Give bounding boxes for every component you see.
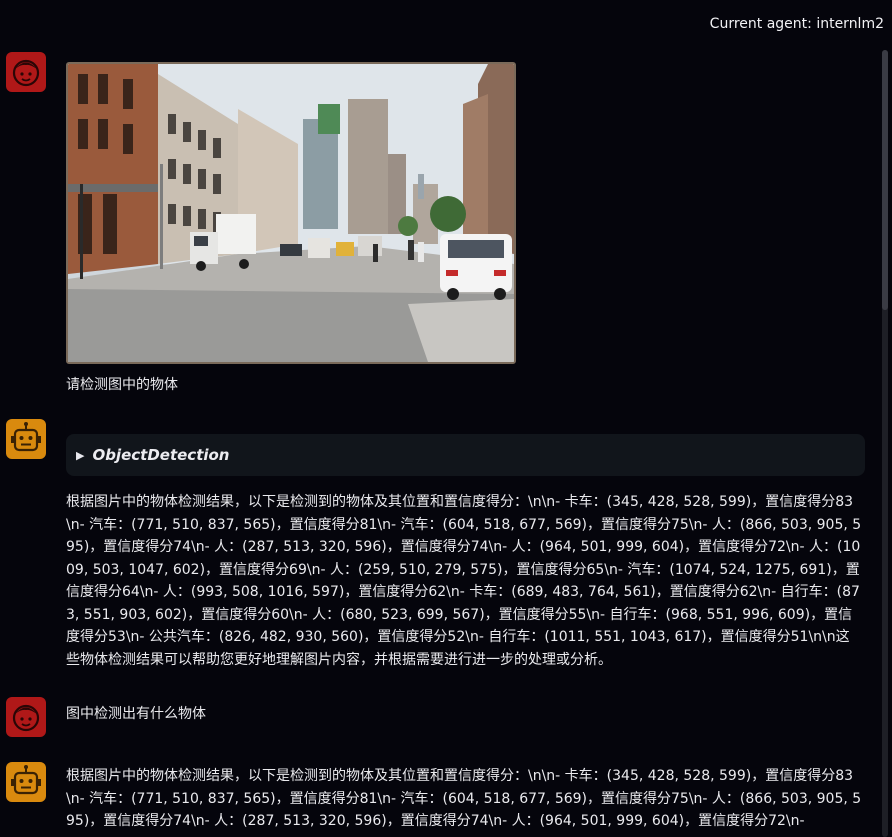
robot-avatar-icon: [6, 762, 46, 802]
tool-name-label: ObjectDetection: [92, 446, 230, 464]
user-avatar-icon: [6, 697, 46, 737]
tool-call-object-detection[interactable]: ▶ ObjectDetection: [66, 434, 865, 476]
assistant-answer-2: 根据图片中的物体检测结果，以下是检测到的物体及其位置和置信度得分：\n\n- 卡…: [66, 768, 862, 829]
user-avatar-icon: [6, 52, 46, 92]
user-message-2: 图中检测出有什么物体: [66, 706, 206, 722]
robot-avatar-icon: [6, 419, 46, 459]
user-message-1: 请检测图中的物体: [66, 377, 178, 393]
assistant-answer-1: 根据图片中的物体检测结果，以下是检测到的物体及其位置和置信度得分：\n\n- 卡…: [66, 494, 862, 668]
uploaded-street-photo[interactable]: [66, 62, 516, 364]
current-agent-label: Current agent: internlm2: [709, 16, 884, 32]
scrollbar-thumb[interactable]: [882, 50, 888, 310]
chat-scrollbar[interactable]: [882, 50, 888, 837]
triangle-right-icon[interactable]: ▶: [76, 449, 84, 462]
